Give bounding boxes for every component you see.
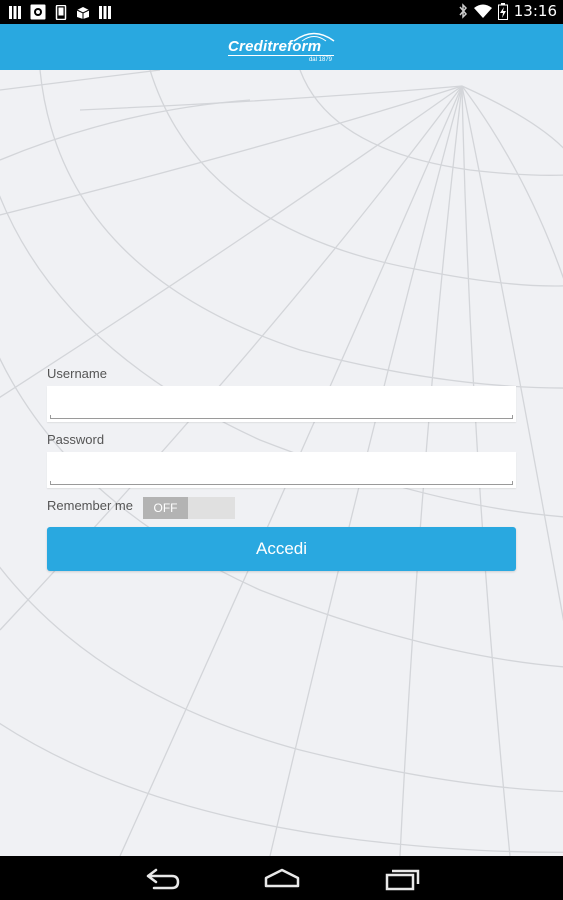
photo-icon bbox=[30, 4, 46, 20]
username-input[interactable] bbox=[47, 386, 516, 422]
phone-icon bbox=[55, 4, 67, 20]
home-icon[interactable] bbox=[262, 866, 302, 892]
remember-me-toggle[interactable]: OFF bbox=[143, 497, 235, 519]
status-bar: 13:16 bbox=[0, 0, 563, 24]
system-icons: 13:16 bbox=[458, 2, 557, 20]
box-icon bbox=[76, 6, 90, 19]
battery-charging-icon bbox=[497, 2, 508, 20]
notification-icons bbox=[8, 4, 112, 20]
wifi-icon bbox=[473, 4, 492, 18]
bars-icon bbox=[9, 5, 21, 19]
bars-icon bbox=[99, 5, 111, 19]
login-screen: Username Password Remember me OFF Accedi bbox=[0, 70, 563, 856]
password-label: Password bbox=[47, 432, 105, 447]
logo-text: Creditreform bbox=[228, 38, 322, 55]
app-header: Creditreform dal 1879 bbox=[0, 24, 563, 70]
bluetooth-icon bbox=[459, 3, 467, 19]
username-label: Username bbox=[47, 366, 107, 381]
back-icon[interactable] bbox=[142, 866, 182, 892]
logo-underline bbox=[228, 55, 334, 56]
remember-me-label: Remember me bbox=[47, 498, 133, 513]
recent-apps-icon[interactable] bbox=[383, 866, 423, 892]
clock: 13:16 bbox=[513, 2, 557, 20]
logo-subtext: dal 1879 bbox=[308, 57, 332, 63]
password-input[interactable] bbox=[47, 452, 516, 488]
navigation-bar bbox=[0, 856, 563, 900]
toggle-state: OFF bbox=[143, 497, 188, 519]
creditreform-logo: Creditreform dal 1879 bbox=[228, 30, 338, 66]
accedi-button[interactable]: Accedi bbox=[47, 527, 516, 571]
